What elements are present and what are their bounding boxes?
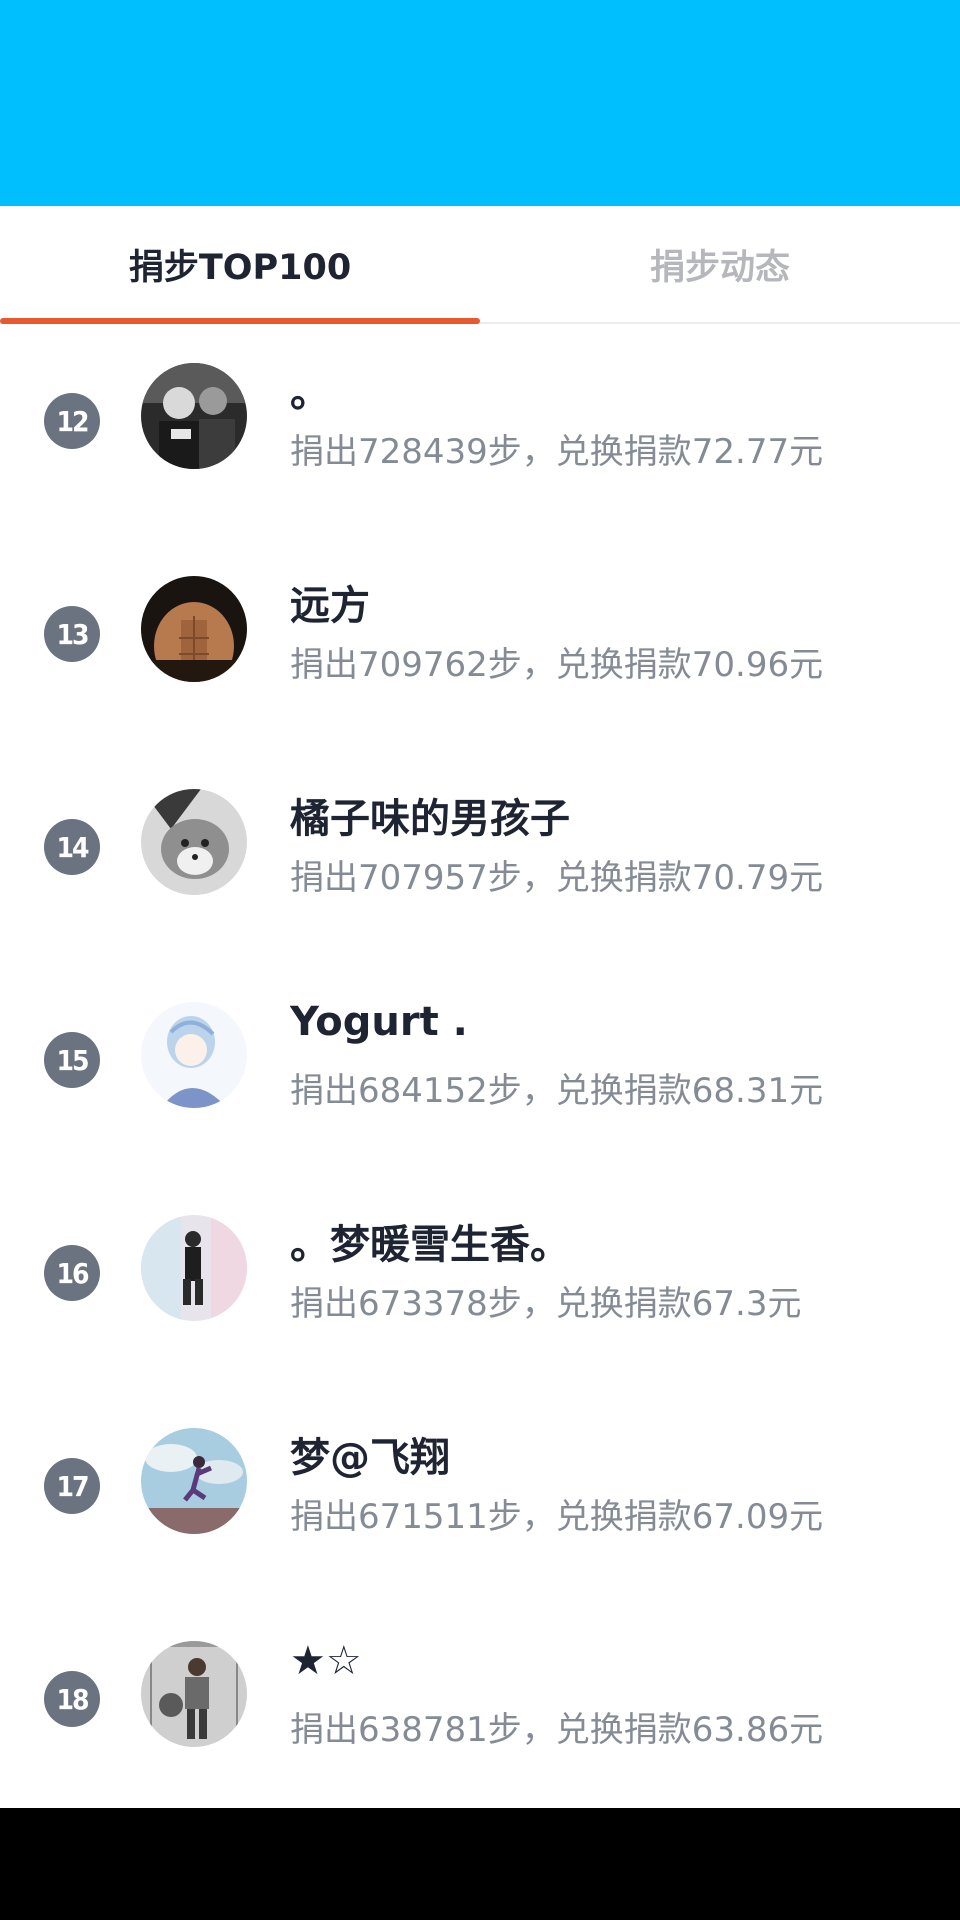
- user-avatar[interactable]: [141, 363, 247, 469]
- donation-summary: 捐出728439步，兑换捐款72.77元: [290, 432, 824, 472]
- user-avatar[interactable]: [141, 1215, 247, 1321]
- donation-summary: 捐出707957步，兑换捐款70.79元: [290, 858, 824, 898]
- ranking-row[interactable]: 18 ★☆ 捐出638781步，兑换捐款63.86元: [0, 1602, 960, 1808]
- user-name: Yogurt .: [290, 999, 468, 1045]
- avatar-image: [141, 1002, 247, 1108]
- rank-badge: 12: [44, 393, 100, 449]
- user-name: 。梦暖雪生香。: [290, 1222, 570, 1268]
- ranking-row[interactable]: 14 橘子味的男孩子 捐出707957步，兑换捐款70.79元: [0, 750, 960, 963]
- ranking-row[interactable]: 12 。 捐出728439步，兑换捐款72.77元: [0, 324, 960, 537]
- rank-badge: 17: [44, 1458, 100, 1514]
- tab-top100[interactable]: 捐步TOP100: [0, 206, 480, 322]
- user-avatar[interactable]: [141, 1641, 247, 1747]
- bottom-system-bar: [0, 1808, 960, 1920]
- rank-badge: 13: [44, 606, 100, 662]
- rank-badge: 14: [44, 819, 100, 875]
- user-name: 。: [290, 370, 330, 416]
- top-banner: [0, 0, 960, 206]
- ranking-list[interactable]: 12 。 捐出728439步，兑换捐款72.77元 13 远方 捐出709762…: [0, 324, 960, 1808]
- ranking-row[interactable]: 16 。梦暖雪生香。 捐出673378步，兑换捐款67.3元: [0, 1176, 960, 1389]
- donation-summary: 捐出671511步，兑换捐款67.09元: [290, 1497, 824, 1537]
- donation-summary: 捐出709762步，兑换捐款70.96元: [290, 645, 824, 685]
- ranking-row[interactable]: 17 梦@飞翔 捐出671511步，兑换捐款67.09元: [0, 1389, 960, 1602]
- avatar-image: [141, 1641, 247, 1747]
- user-name: 梦@飞翔: [290, 1435, 450, 1481]
- user-avatar[interactable]: [141, 1428, 247, 1534]
- rank-badge: 15: [44, 1032, 100, 1088]
- app-screen: 捐步TOP100 捐步动态 12 。 捐出728439步，兑换捐款72.77元: [0, 0, 960, 1920]
- avatar-image: [141, 789, 247, 895]
- ranking-row[interactable]: 13 远方 捐出709762步，兑换捐款70.96元: [0, 537, 960, 750]
- user-name: ★☆: [290, 1638, 362, 1684]
- avatar-image: [141, 1428, 247, 1534]
- user-avatar[interactable]: [141, 789, 247, 895]
- tab-activity[interactable]: 捐步动态: [480, 206, 960, 322]
- avatar-image: [141, 363, 247, 469]
- ranking-row[interactable]: 15 Yogurt . 捐出684152步，兑换捐款68.31元: [0, 963, 960, 1176]
- user-avatar[interactable]: [141, 576, 247, 682]
- donation-summary: 捐出673378步，兑换捐款67.3元: [290, 1284, 802, 1324]
- user-name: 远方: [290, 583, 370, 629]
- avatar-image: [141, 576, 247, 682]
- donation-summary: 捐出638781步，兑换捐款63.86元: [290, 1710, 824, 1750]
- donation-summary: 捐出684152步，兑换捐款68.31元: [290, 1071, 824, 1111]
- rank-badge: 16: [44, 1245, 100, 1301]
- user-name: 橘子味的男孩子: [290, 796, 570, 842]
- user-avatar[interactable]: [141, 1002, 247, 1108]
- tab-bar: 捐步TOP100 捐步动态: [0, 206, 960, 324]
- avatar-image: [141, 1215, 247, 1321]
- rank-badge: 18: [44, 1671, 100, 1727]
